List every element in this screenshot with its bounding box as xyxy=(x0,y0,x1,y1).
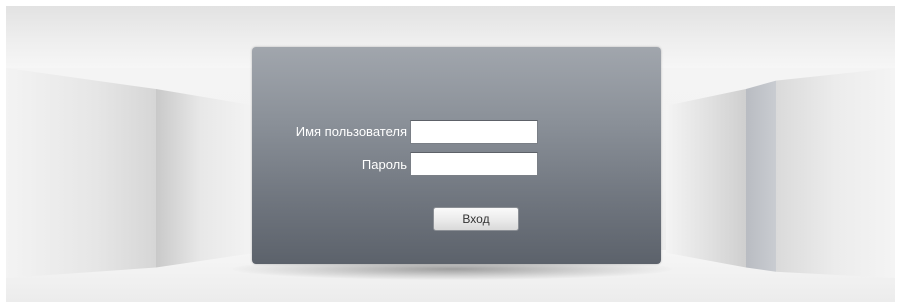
corridor-wall-right-outer xyxy=(776,68,895,278)
page: Имя пользователя Пароль Вход xyxy=(0,0,901,306)
password-label: Пароль xyxy=(361,157,407,172)
login-panel: Имя пользователя Пароль Вход xyxy=(252,47,661,264)
username-input[interactable] xyxy=(410,120,538,144)
corridor-wall-right-mid xyxy=(746,80,776,272)
password-input[interactable] xyxy=(410,152,538,176)
corridor-wall-right-inner xyxy=(666,89,746,268)
login-button[interactable]: Вход xyxy=(433,207,519,231)
username-label: Имя пользователя xyxy=(295,124,407,139)
corridor-wall-left-inner xyxy=(156,89,256,268)
corridor-wall-left-outer xyxy=(6,68,156,278)
